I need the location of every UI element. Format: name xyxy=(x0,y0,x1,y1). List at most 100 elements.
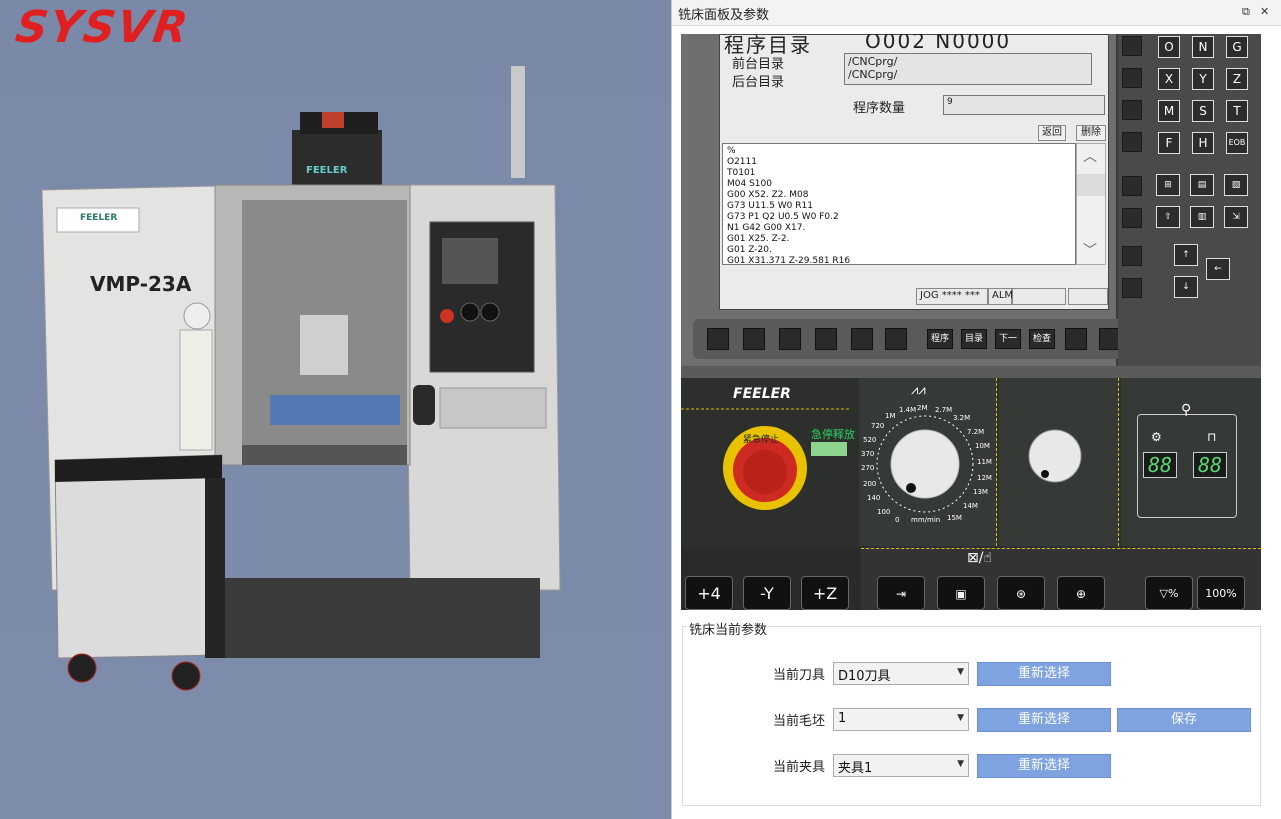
keypad-blank-key[interactable] xyxy=(1122,100,1142,120)
keypad-blank-key[interactable] xyxy=(1122,278,1142,298)
axis-key-row: ⊠/☝ +4 -Y +Z ⇥ ▣ ⊛ ⊕ ▽% 100% xyxy=(681,548,1261,610)
key-m[interactable]: M xyxy=(1158,100,1180,122)
softkey-check[interactable]: 检查 xyxy=(1029,329,1055,349)
spindle-dial[interactable] xyxy=(999,378,1119,546)
feed-tick: 14M xyxy=(963,502,978,510)
override-key[interactable]: ▽% xyxy=(1145,576,1193,610)
estop-button[interactable] xyxy=(733,438,797,502)
3d-viewport[interactable]: SYSVR VMP-23A FEELER FEELER xyxy=(0,0,671,819)
blank-reselect-button[interactable]: 重新选择 xyxy=(977,708,1111,732)
keypad-blank-key[interactable] xyxy=(1122,246,1142,266)
keypad-blank-key[interactable] xyxy=(1122,132,1142,152)
key-x[interactable]: X xyxy=(1158,68,1180,90)
estop-release-indicator[interactable] xyxy=(811,442,847,456)
mode-key[interactable]: ⇥ xyxy=(877,576,925,610)
key-f[interactable]: F xyxy=(1158,132,1180,154)
feed-tick: 11M xyxy=(977,458,992,466)
status-alarm: ALM xyxy=(988,288,1013,305)
axis-key-plus4[interactable]: +4 xyxy=(685,576,733,610)
pos-icon[interactable]: ⊞ xyxy=(1156,174,1180,196)
chevron-down-icon[interactable]: ﹀ xyxy=(1083,240,1097,260)
softkey[interactable] xyxy=(1065,328,1087,350)
feed-tick: 370 xyxy=(861,450,875,458)
softkey[interactable] xyxy=(779,328,801,350)
mode-key[interactable]: ⊕ xyxy=(1057,576,1105,610)
chevron-up-icon[interactable]: ︿ xyxy=(1083,146,1097,166)
key-s[interactable]: S xyxy=(1192,100,1214,122)
chevron-down-icon: ▼ xyxy=(957,667,964,677)
key-g[interactable]: G xyxy=(1226,36,1248,58)
key-o[interactable]: O xyxy=(1158,36,1180,58)
softkey-program[interactable]: 程序 xyxy=(927,329,953,349)
estop-release-label: 急停释放 xyxy=(811,428,855,441)
program-scrollbar[interactable]: ︿ ﹀ xyxy=(1076,143,1106,265)
delete-button[interactable]: 删除 xyxy=(1076,125,1106,141)
shift-icon[interactable]: ⇧ xyxy=(1156,206,1180,228)
feed-tick: 0 xyxy=(895,516,900,524)
program-listing[interactable]: % O2111 T0101 M04 S100 G00 X52. Z2. M08 … xyxy=(722,143,1076,265)
operator-panel: FEELER 紧急停止 急停释放 ⩘⩘ mm/min 0 100 140 200… xyxy=(681,378,1261,610)
mode-key[interactable]: ▣ xyxy=(937,576,985,610)
softkey[interactable] xyxy=(885,328,907,350)
back-button[interactable]: 返回 xyxy=(1038,125,1066,141)
keypad-blank-key[interactable] xyxy=(1122,36,1142,56)
axis-key-plus-z[interactable]: +Z xyxy=(801,576,849,610)
tool-icon: ⚲ xyxy=(1181,402,1192,418)
keypad-blank-key[interactable] xyxy=(1122,68,1142,88)
page-down-icon[interactable]: ↓ xyxy=(1174,276,1198,298)
feed-tick: 720 xyxy=(871,422,885,430)
key-t[interactable]: T xyxy=(1226,100,1248,122)
key-eob[interactable]: EOB xyxy=(1226,132,1248,154)
softkey[interactable] xyxy=(743,328,765,350)
save-button[interactable]: 保存 xyxy=(1117,708,1251,732)
softkey[interactable] xyxy=(851,328,873,350)
scroll-thumb[interactable] xyxy=(1077,174,1105,196)
mode-key[interactable]: ⊛ xyxy=(997,576,1045,610)
panel-titlebar: 铣床面板及参数 ⧉ ✕ xyxy=(672,0,1281,26)
close-icon[interactable]: ✕ xyxy=(1260,5,1269,18)
machine-panel: 铣床面板及参数 ⧉ ✕ 程序目录 O002 N0000 前台目录 后台目录 /C… xyxy=(671,0,1281,819)
keypad-blank-key[interactable] xyxy=(1122,208,1142,228)
cursor-left-icon[interactable]: ← xyxy=(1206,258,1230,280)
program-line: M04 S100 xyxy=(727,179,772,189)
program-line: N1 G42 G00 X17. xyxy=(727,223,806,233)
softkey[interactable] xyxy=(707,328,729,350)
softkey[interactable] xyxy=(815,328,837,350)
display-section: ⚲ ⚙ ⊓ 88 88 xyxy=(1121,378,1261,546)
page-up-icon[interactable]: ↑ xyxy=(1174,244,1198,266)
offset-icon[interactable]: ▧ xyxy=(1224,174,1248,196)
fixture-reselect-button[interactable]: 重新选择 xyxy=(977,754,1111,778)
spindle-icon: ⚙ xyxy=(1151,430,1162,444)
override-value[interactable]: 100% xyxy=(1197,576,1245,610)
tool-label: 当前刀具 xyxy=(773,668,826,683)
program-line: T0101 xyxy=(727,168,756,178)
prog-icon[interactable]: ▤ xyxy=(1190,174,1214,196)
blank-select[interactable]: 1 ▼ xyxy=(833,708,969,731)
program-line: G73 P1 Q2 U0.5 W0 F0.2 xyxy=(727,212,839,222)
feeler-badge-label: FEELER xyxy=(80,213,118,223)
cnc-control-panel: 程序目录 O002 N0000 前台目录 后台目录 /CNCprg/ /CNCp… xyxy=(681,34,1261,610)
keypad-blank-key[interactable] xyxy=(1122,176,1142,196)
key-z[interactable]: Z xyxy=(1226,68,1248,90)
key-h[interactable]: H xyxy=(1192,132,1214,154)
screen-bezel: 程序目录 O002 N0000 前台目录 后台目录 /CNCprg/ /CNCp… xyxy=(681,34,1137,366)
key-n[interactable]: N xyxy=(1192,36,1214,58)
panel-title: 铣床面板及参数 xyxy=(678,8,770,23)
input-icon[interactable]: ⇲ xyxy=(1224,206,1248,228)
key-y[interactable]: Y xyxy=(1192,68,1214,90)
feed-tick: 10M xyxy=(975,442,990,450)
status-field xyxy=(1068,288,1108,305)
softkey-directory[interactable]: 目录 xyxy=(961,329,987,349)
background-dir-value: /CNCprg/ xyxy=(848,68,898,81)
softkey-next[interactable]: 下一 xyxy=(995,329,1021,349)
fixture-select[interactable]: 夹具1 ▼ xyxy=(833,754,969,777)
tool-reselect-button[interactable]: 重新选择 xyxy=(977,662,1111,686)
feed-tick: 3.2M xyxy=(953,414,971,422)
feed-tick: 200 xyxy=(863,480,877,488)
tool-select[interactable]: D10刀具 ▼ xyxy=(833,662,969,685)
restore-icon[interactable]: ⧉ xyxy=(1242,5,1250,19)
can-icon[interactable]: ▥ xyxy=(1190,206,1214,228)
feed-tick: 7.2M xyxy=(967,428,985,436)
foreground-dir-value: /CNCprg/ xyxy=(848,55,898,68)
axis-key-minus-y[interactable]: -Y xyxy=(743,576,791,610)
